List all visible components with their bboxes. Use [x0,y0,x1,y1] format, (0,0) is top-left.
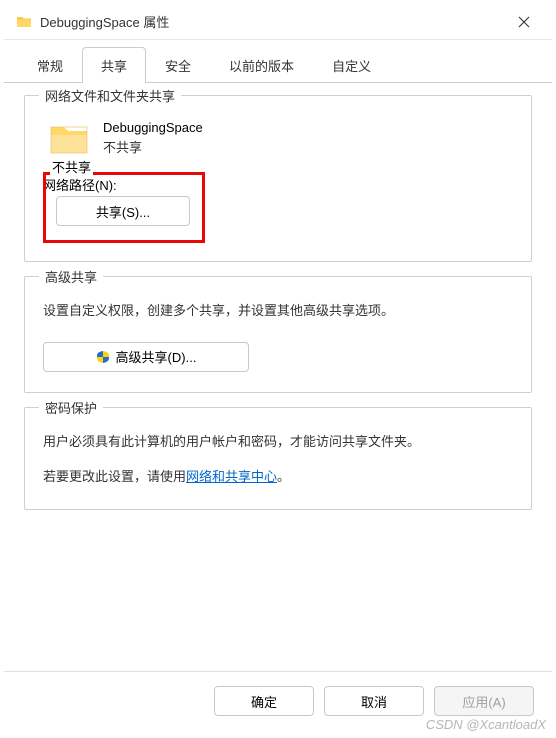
password-desc-2: 若要更改此设置，请使用网络和共享中心。 [43,467,513,488]
folder-icon [16,14,32,30]
tab-customize[interactable]: 自定义 [313,47,390,83]
titlebar: DebuggingSpace 属性 [4,4,552,40]
group-title-advanced: 高级共享 [39,267,103,286]
dialog-footer: 确定 取消 应用(A) [4,671,552,730]
tab-sharing[interactable]: 共享 [82,47,146,83]
close-button[interactable] [508,6,540,38]
tab-security[interactable]: 安全 [146,47,210,83]
cancel-button[interactable]: 取消 [324,686,424,716]
tab-general[interactable]: 常规 [18,47,82,83]
password-desc-1: 用户必须具有此计算机的用户帐户和密码，才能访问共享文件夹。 [43,432,513,453]
tab-previous-versions[interactable]: 以前的版本 [210,47,313,83]
share-status: 不共享 [103,138,203,158]
uac-shield-icon [96,350,110,364]
close-icon [518,16,530,28]
group-password-protection: 密码保护 用户必须具有此计算机的用户帐户和密码，才能访问共享文件夹。 若要更改此… [24,407,532,511]
group-network-sharing: 网络文件和文件夹共享 DebuggingSpace 不共享 网络路径(N): 不… [24,95,532,262]
group-title-network: 网络文件和文件夹共享 [39,86,181,105]
tab-strip: 常规 共享 安全 以前的版本 自定义 [4,40,552,83]
advanced-description: 设置自定义权限，创建多个共享，并设置其他高级共享选项。 [43,301,513,322]
group-title-password: 密码保护 [39,398,103,417]
window-title: DebuggingSpace 属性 [40,12,508,31]
folder-name: DebuggingSpace [103,118,203,138]
tab-content: 网络文件和文件夹共享 DebuggingSpace 不共享 网络路径(N): 不… [4,83,552,671]
advanced-sharing-button[interactable]: 高级共享(D)... [43,342,249,372]
apply-button[interactable]: 应用(A) [434,686,534,716]
group-advanced-sharing: 高级共享 设置自定义权限，创建多个共享，并设置其他高级共享选项。 高级共享(D)… [24,276,532,393]
folder-info-row: DebuggingSpace 不共享 [49,118,513,157]
ok-button[interactable]: 确定 [214,686,314,716]
network-sharing-center-link[interactable]: 网络和共享中心 [186,469,277,484]
highlight-box: 不共享 共享(S)... [43,172,205,243]
share-button[interactable]: 共享(S)... [56,196,190,226]
folder-large-icon [49,119,89,157]
network-path-value: 不共享 [50,157,93,176]
